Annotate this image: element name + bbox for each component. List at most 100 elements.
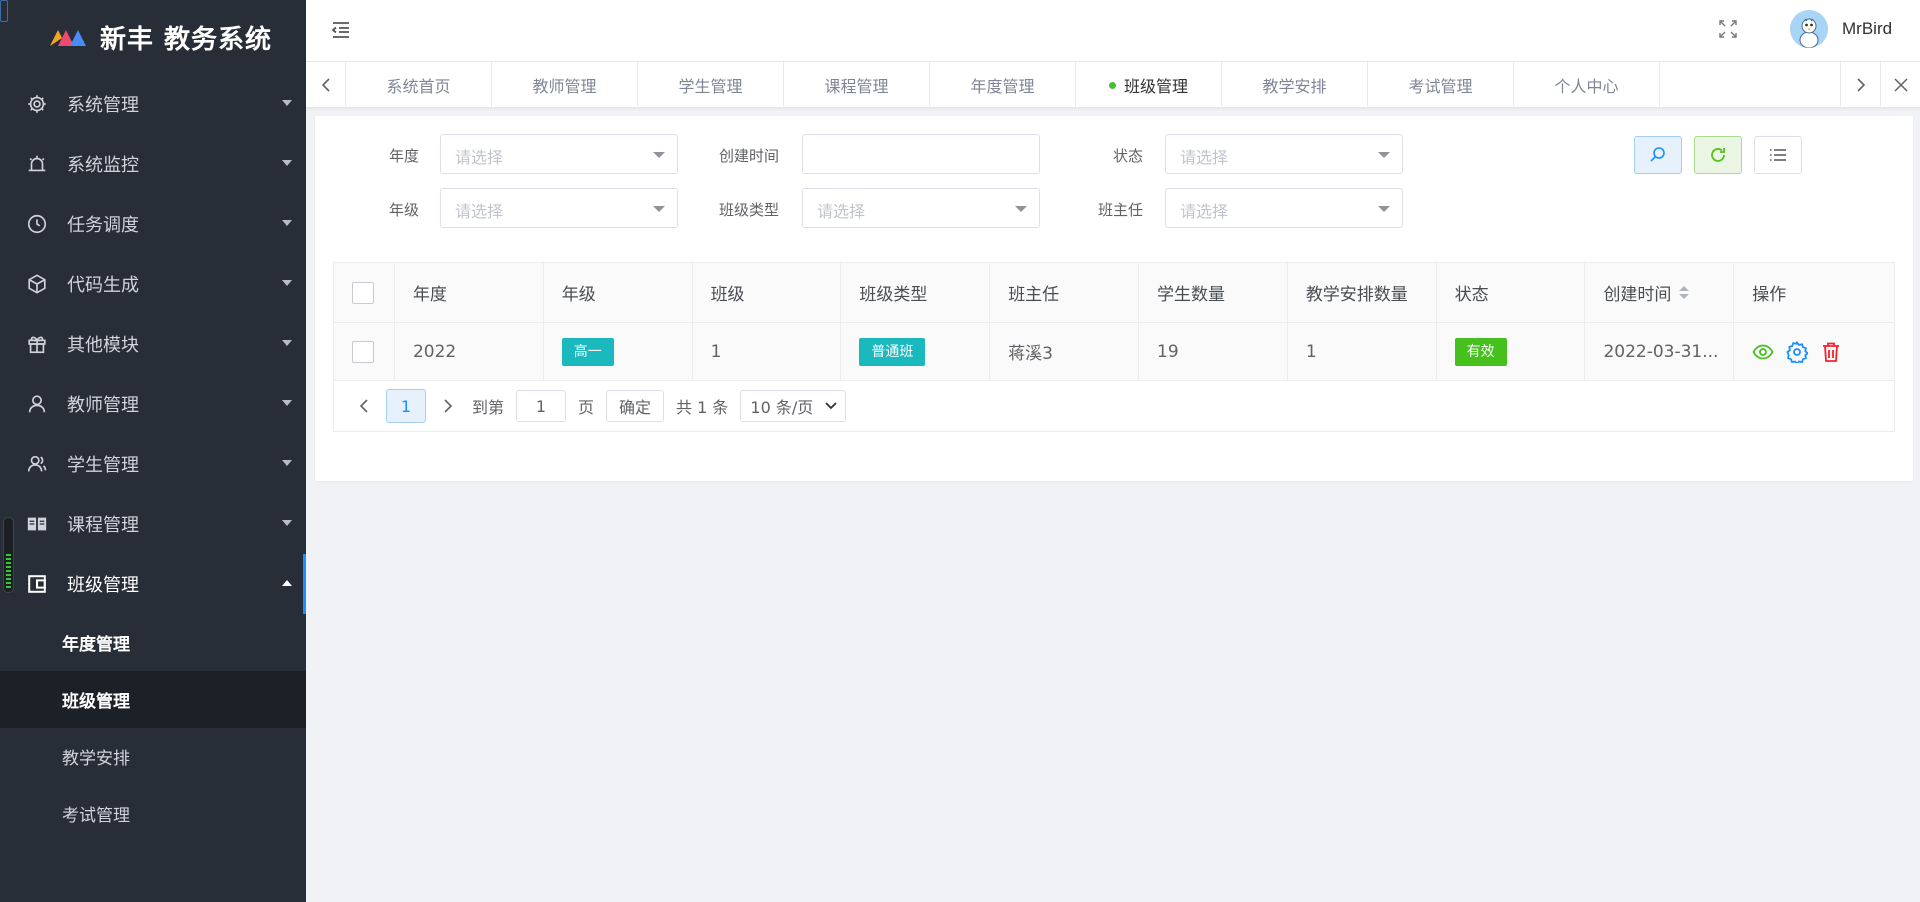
page-number-button[interactable]: 1 (386, 389, 426, 423)
gear-icon (25, 92, 49, 116)
sidebar-item-teacher[interactable]: 教师管理 (0, 374, 306, 434)
grade-select[interactable]: 请选择 (440, 188, 678, 228)
grade-tag: 高一 (561, 337, 614, 366)
tab-student[interactable]: 学生管理 (638, 62, 784, 108)
next-page-button[interactable] (436, 398, 460, 414)
caret-down-icon (1378, 152, 1390, 158)
caret-down-icon (282, 100, 292, 106)
book-icon (25, 512, 49, 536)
sidebar-item-label: 任务调度 (67, 215, 139, 236)
logo[interactable]: 新丰 教务系统 (0, 0, 306, 74)
select-all-checkbox[interactable] (352, 281, 374, 304)
head-teacher-label: 班主任 (1098, 201, 1144, 219)
sidebar-item-label: 其他模块 (67, 335, 139, 356)
sidebar-subitem-exam[interactable]: 考试管理 (0, 785, 306, 842)
cell-student-count: 19 (1139, 323, 1288, 380)
table-row[interactable]: 2022 高一 1 普通班 蒋溪3 19 1 有效 2022-03-31... (334, 323, 1894, 381)
chevron-left-icon (359, 399, 368, 413)
page-size-select[interactable]: 10 条/页 (740, 390, 847, 422)
refresh-icon (1711, 148, 1725, 162)
fullscreen-icon[interactable] (1719, 20, 1737, 38)
delete-trash-icon[interactable] (1820, 341, 1842, 363)
year-label: 年度 (389, 147, 420, 165)
logo-icon (50, 30, 86, 46)
view-eye-icon[interactable] (1752, 341, 1774, 363)
sidebar-item-system[interactable]: 系统管理 (0, 74, 306, 134)
tab-home[interactable]: 系统首页 (346, 62, 492, 108)
tab-profile[interactable]: 个人中心 (1514, 62, 1660, 108)
row-checkbox[interactable] (352, 340, 374, 363)
goto-page-input[interactable]: 1 (516, 390, 567, 422)
sidebar-item-label: 系统管理 (67, 95, 139, 116)
chevron-right-icon (444, 399, 453, 413)
reset-button[interactable] (1694, 136, 1742, 174)
class-table: 年度 年级 班级 班级类型 班主任 学生数量 教学安排数量 状态 创建时间 操作… (333, 262, 1895, 432)
settings-gear-icon[interactable] (1786, 340, 1809, 363)
page-suffix: 页 (578, 398, 595, 417)
confirm-button[interactable]: 确定 (606, 390, 665, 422)
year-select[interactable]: 请选择 (440, 134, 678, 174)
column-header: 班主任 (990, 263, 1139, 322)
sidebar-subitem-teaching[interactable]: 教学安排 (0, 728, 306, 785)
search-button[interactable] (1634, 136, 1682, 174)
tab-exam[interactable]: 考试管理 (1368, 62, 1514, 108)
cell-created: 2022-03-31... (1585, 323, 1735, 380)
tab-class[interactable]: 班级管理 (1076, 62, 1222, 108)
tab-label: 年度管理 (970, 77, 1035, 96)
tab-teacher[interactable]: 教师管理 (492, 62, 638, 108)
head-teacher-select[interactable]: 请选择 (1165, 188, 1403, 228)
tab-course[interactable]: 课程管理 (784, 62, 930, 108)
head-teacher-placeholder: 请选择 (1180, 202, 1229, 221)
sidebar-item-other[interactable]: 其他模块 (0, 314, 306, 374)
prev-page-button[interactable] (352, 398, 376, 414)
close-tabs-button[interactable] (1880, 62, 1920, 108)
column-settings-button[interactable] (1754, 136, 1802, 174)
sidebar-item-label: 班级管理 (67, 575, 139, 596)
wallet-icon (25, 572, 49, 596)
sort-icon[interactable] (1679, 285, 1690, 300)
tab-list: 系统首页 教师管理 学生管理 课程管理 年度管理 班级管理 教学安排 考试管理 … (346, 62, 1660, 108)
sidebar-subitem-label: 考试管理 (62, 806, 130, 826)
clock-icon (25, 212, 49, 236)
gift-icon (25, 332, 49, 356)
tab-bar: 系统首页 教师管理 学生管理 课程管理 年度管理 班级管理 教学安排 考试管理 … (306, 62, 1920, 108)
class-type-placeholder: 请选择 (817, 202, 866, 221)
avatar-bird-icon (1790, 10, 1828, 48)
page-size-value: 10 条/页 (750, 398, 814, 417)
status-select[interactable]: 请选择 (1165, 134, 1403, 174)
sidebar-item-class[interactable]: 班级管理 (0, 554, 306, 614)
class-type-select[interactable]: 请选择 (802, 188, 1040, 228)
cell-schedule-count: 1 (1288, 323, 1437, 380)
sidebar-subitem-year[interactable]: 年度管理 (0, 614, 306, 671)
avatar[interactable] (1790, 10, 1828, 48)
sidebar-item-student[interactable]: 学生管理 (0, 434, 306, 494)
content-card: 年度 请选择 创建时间 状态 请选择 年级 请选择 班级类型 请选择 班主任 请… (315, 116, 1913, 481)
tab-scroll-left-button[interactable] (306, 62, 346, 108)
tab-scroll-right-button[interactable] (1840, 62, 1880, 108)
sidebar-item-course[interactable]: 课程管理 (0, 494, 306, 554)
caret-down-icon (282, 280, 292, 286)
username[interactable]: MrBird (1842, 19, 1892, 39)
menu-fold-icon[interactable] (330, 19, 352, 41)
class-type-label: 班级类型 (719, 201, 780, 219)
top-header: MrBird (306, 0, 1920, 62)
header-checkbox-cell (334, 263, 395, 322)
scroll-widget[interactable] (3, 517, 14, 593)
tab-year[interactable]: 年度管理 (930, 62, 1076, 108)
sidebar-item-schedule[interactable]: 任务调度 (0, 194, 306, 254)
status-label: 状态 (1113, 147, 1144, 165)
sidebar-item-label: 代码生成 (67, 275, 139, 296)
sidebar-item-codegen[interactable]: 代码生成 (0, 254, 306, 314)
sidebar-subitem-class[interactable]: 班级管理 (0, 671, 306, 728)
tab-teaching[interactable]: 教学安排 (1222, 62, 1368, 108)
created-time-input[interactable] (802, 134, 1040, 174)
caret-up-icon (282, 580, 292, 586)
sidebar-item-label: 系统监控 (67, 155, 139, 176)
column-header-created-sortable[interactable]: 创建时间 (1585, 263, 1735, 322)
cell-class-type: 普通班 (841, 323, 991, 380)
caret-down-icon (282, 220, 292, 226)
chevron-right-icon (1856, 78, 1865, 92)
sidebar-item-monitor[interactable]: 系统监控 (0, 134, 306, 194)
corner-widget (0, 0, 8, 22)
caret-down-icon (282, 160, 292, 166)
